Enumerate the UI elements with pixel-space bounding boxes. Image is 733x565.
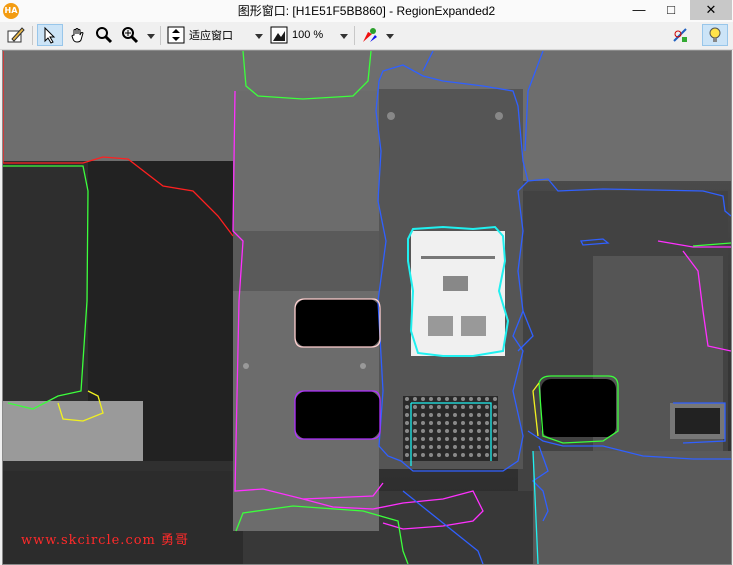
magnifier-icon[interactable] <box>92 24 116 46</box>
pan-hand-icon[interactable] <box>66 24 90 46</box>
zoom-dropdown-caret[interactable] <box>147 34 155 39</box>
minimize-button[interactable]: — <box>625 0 653 20</box>
zoom-mode-caret[interactable] <box>255 34 263 39</box>
zoom-percent-dropdown[interactable]: 100 % <box>269 24 351 46</box>
region-image <box>3 51 731 564</box>
pointer-icon[interactable] <box>37 24 63 46</box>
color-dropdown-caret[interactable] <box>386 34 394 39</box>
zoom-percent-value: 100 % <box>292 29 324 41</box>
window-title: 图形窗口: [H1E51F5BB860] - RegionExpanded2 <box>237 4 496 18</box>
title-bar: HA 图形窗口: [H1E51F5BB860] - RegionExpanded… <box>0 0 733 23</box>
zoom-in-icon[interactable] <box>118 24 142 46</box>
maximize-button[interactable]: □ <box>657 0 685 20</box>
image-canvas[interactable]: www.skcircle.com 勇哥 <box>2 50 732 565</box>
zoom-mode-dropdown[interactable]: 适应窗口 <box>166 24 266 46</box>
zoom-percent-caret[interactable] <box>340 34 348 39</box>
inspect-icon[interactable] <box>668 24 692 46</box>
watermark-text: www.skcircle.com 勇哥 <box>21 533 190 548</box>
edit-icon[interactable] <box>4 24 28 46</box>
zoom-mode-value: 适应窗口 <box>189 30 233 42</box>
toolbar: 适应窗口 100 % <box>0 22 733 50</box>
zoom-mode-icon <box>167 26 185 44</box>
percent-zoom-icon <box>270 26 288 44</box>
close-button[interactable]: ✕ <box>690 0 732 20</box>
lightbulb-icon[interactable] <box>702 24 728 46</box>
color-picker-icon[interactable] <box>358 24 382 46</box>
